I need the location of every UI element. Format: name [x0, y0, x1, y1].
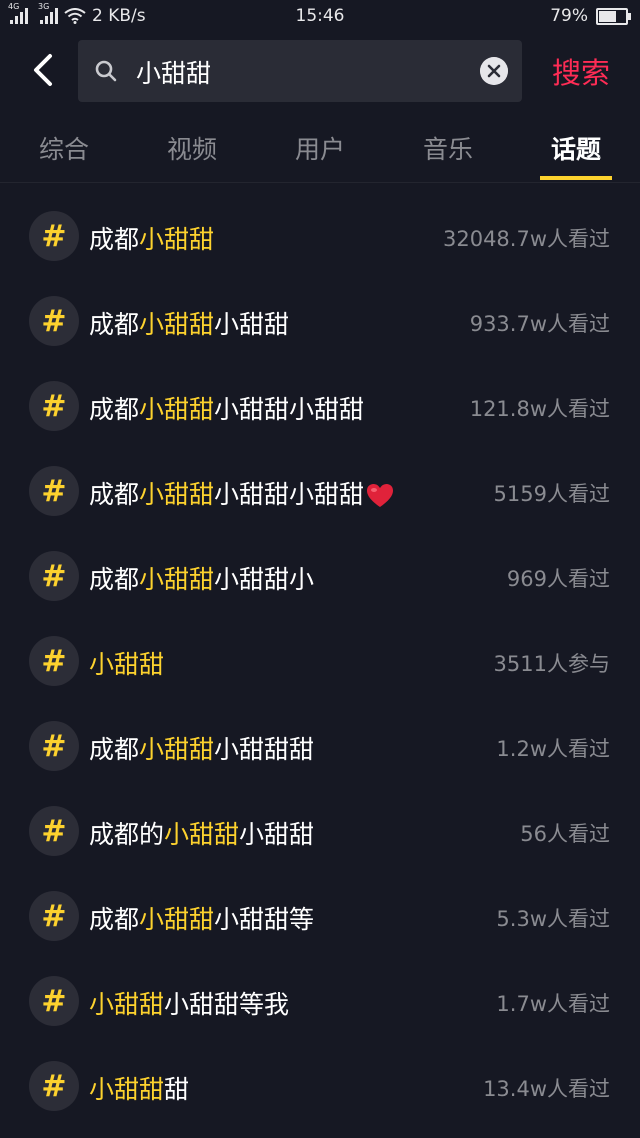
topic-views: 32048.7w人看过 [442, 227, 610, 251]
battery-icon [596, 7, 631, 25]
back-button[interactable] [26, 48, 62, 92]
topic-name: 成都小甜甜小甜甜小 [89, 565, 315, 594]
topic-name: 成都小甜甜小甜甜 [89, 310, 290, 339]
tab-comprehensive[interactable]: 综合 [14, 130, 114, 166]
hashtag-icon: # [29, 551, 79, 601]
list-item[interactable]: # 小甜甜 3511人参与 [0, 619, 640, 704]
list-item[interactable]: # 成都小甜甜小甜甜 933.7w人看过 [0, 279, 640, 364]
active-tab-indicator [540, 176, 612, 180]
tab-users[interactable]: 用户 [270, 130, 370, 166]
hashtag-icon: # [29, 721, 79, 771]
topic-name: 成都的小甜甜小甜甜 [89, 820, 315, 849]
topic-views: 969人看过 [506, 567, 610, 591]
list-item[interactable]: # 小甜甜甜 13.4w人看过 [0, 1044, 640, 1129]
topic-views: 1.2w人看过 [496, 737, 610, 761]
topic-name: 成都小甜甜 [89, 225, 215, 254]
clear-icon[interactable] [480, 57, 508, 85]
hashtag-icon: # [29, 806, 79, 856]
topic-name: 成都小甜甜小甜甜甜 [89, 735, 315, 764]
hashtag-icon: # [29, 976, 79, 1026]
hashtag-icon: # [29, 296, 79, 346]
hashtag-icon: # [29, 211, 79, 261]
topic-name: 成都小甜甜小甜甜小甜甜 [89, 475, 394, 511]
search-icon [95, 60, 117, 82]
clock: 15:46 [295, 6, 345, 26]
list-item[interactable]: # 成都小甜甜小甜甜等 5.3w人看过 [0, 874, 640, 959]
heart-icon [367, 484, 394, 507]
topic-name: 小甜甜 [89, 650, 165, 679]
hashtag-icon: # [29, 891, 79, 941]
divider [0, 182, 640, 183]
topic-name: 小甜甜小甜甜等我 [89, 990, 290, 1019]
topic-views: 3511人参与 [493, 652, 610, 676]
topic-views: 5159人看过 [493, 482, 610, 506]
tab-music[interactable]: 音乐 [398, 130, 498, 166]
tab-topics[interactable]: 话题 [526, 130, 626, 166]
status-bar: 4G 3G 2 KB/s 15:46 79% [0, 0, 640, 34]
topic-name: 小甜甜甜 [89, 1075, 190, 1104]
topic-views: 121.8w人看过 [469, 397, 610, 421]
topic-views: 13.4w人看过 [483, 1077, 610, 1101]
list-item[interactable]: # 成都小甜甜小甜甜小甜甜 5159人看过 [0, 449, 640, 534]
search-button[interactable]: 搜索 [552, 50, 610, 92]
search-query[interactable]: 小甜甜 [136, 54, 211, 90]
hashtag-icon: # [29, 466, 79, 516]
topic-views: 1.7w人看过 [496, 992, 610, 1016]
topic-views: 56人看过 [520, 822, 610, 846]
list-item[interactable]: # 成都小甜甜小甜甜小甜甜 121.8w人看过 [0, 364, 640, 449]
topic-views: 5.3w人看过 [496, 907, 610, 931]
hashtag-icon: # [29, 381, 79, 431]
hashtag-icon: # [29, 636, 79, 686]
battery-percent: 79% [550, 6, 588, 26]
search-input[interactable]: 小甜甜 [78, 40, 522, 102]
list-item[interactable]: # 成都小甜甜小甜甜小 969人看过 [0, 534, 640, 619]
hashtag-icon: # [29, 1061, 79, 1111]
list-item[interactable]: # 成都的小甜甜小甜甜 56人看过 [0, 789, 640, 874]
list-item[interactable]: # 成都小甜甜小甜甜甜 1.2w人看过 [0, 704, 640, 789]
tab-videos[interactable]: 视频 [142, 130, 242, 166]
topic-views: 933.7w人看过 [469, 312, 610, 336]
topic-name: 成都小甜甜小甜甜等 [89, 905, 315, 934]
list-item[interactable]: # 成都小甜甜 32048.7w人看过 [0, 194, 640, 279]
topic-name: 成都小甜甜小甜甜小甜甜 [89, 395, 365, 424]
list-item[interactable]: # 小甜甜小甜甜等我 1.7w人看过 [0, 959, 640, 1044]
tab-bar: 综合 视频 用户 音乐 话题 [0, 118, 640, 182]
